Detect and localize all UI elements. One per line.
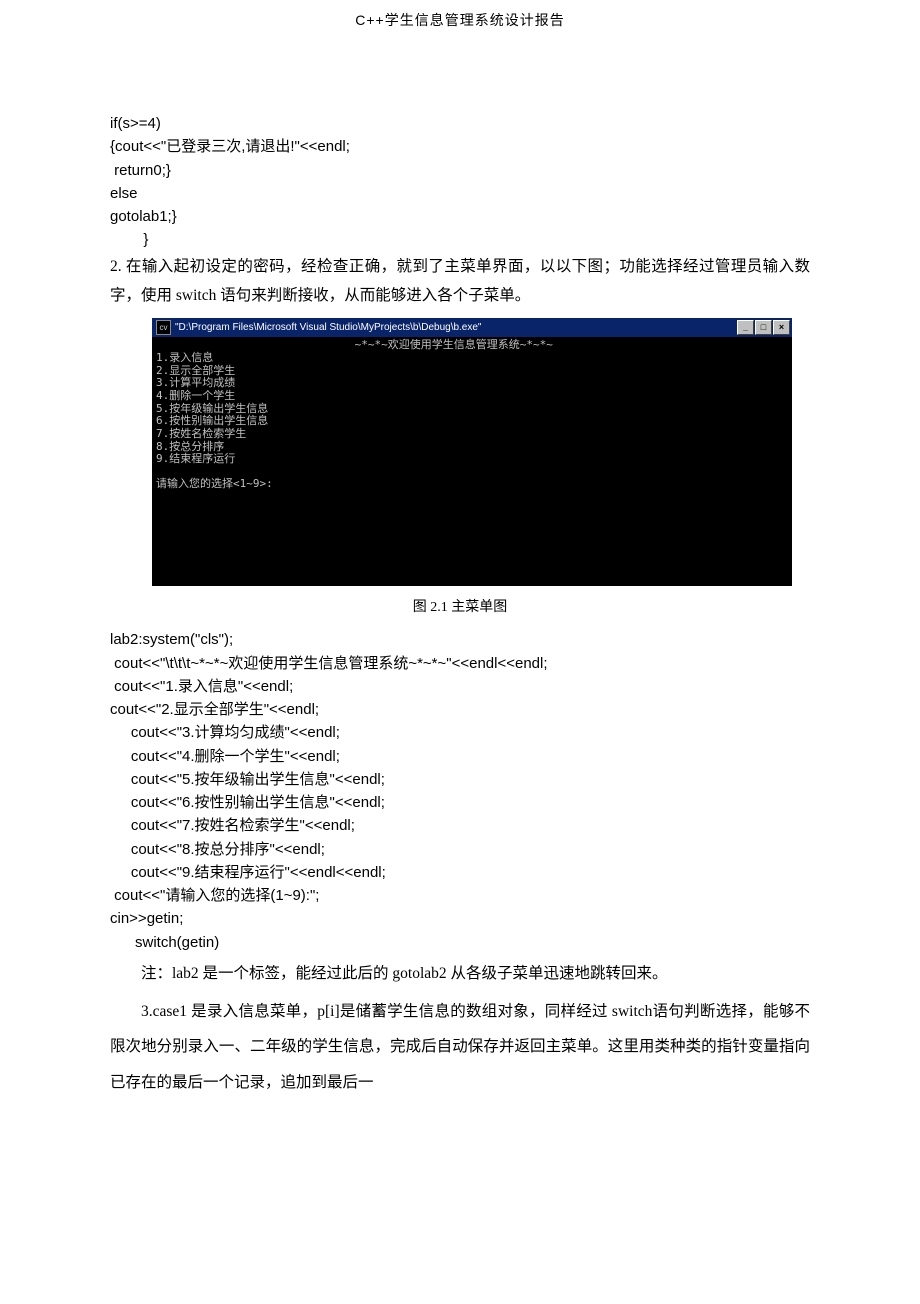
code-line: cout<<"6.按性别输出学生信息"<<endl; [110, 794, 385, 811]
console-menu-item: 1.录入信息 [156, 351, 213, 364]
console-menu-item: 6.按性别输出学生信息 [156, 414, 268, 427]
console-output: ~*~*~欢迎使用学生信息管理系统~*~*~ 1.录入信息 2.显示全部学生 3… [152, 337, 792, 586]
maximize-button[interactable]: □ [755, 320, 772, 335]
code-line: cin>>getin; [110, 910, 183, 927]
code-block-2: lab2:system("cls"); cout<<"\t\t\t~*~*~欢迎… [110, 628, 810, 954]
console-welcome-line: ~*~*~欢迎使用学生信息管理系统~*~*~ [156, 338, 553, 351]
paragraph-3: 3.case1 是录入信息菜单，p[i]是储蓄学生信息的数组对象，同样经过 sw… [110, 994, 810, 1101]
console-menu-item: 9.结束程序运行 [156, 452, 235, 465]
code-line: gotolab1;} [110, 208, 177, 225]
console-menu-item: 3.计算平均成绩 [156, 376, 235, 389]
console-menu-item: 5.按年级输出学生信息 [156, 402, 268, 415]
code-line: cout<<"7.按姓名检索学生"<<endl; [110, 817, 355, 834]
console-menu-item: 4.删除一个学生 [156, 389, 235, 402]
console-app-icon: cv [156, 320, 171, 335]
minimize-button[interactable]: _ [737, 320, 754, 335]
code-line: cout<<"\t\t\t~*~*~欢迎使用学生信息管理系统~*~*~"<<en… [110, 655, 548, 672]
page-header-title: C++学生信息管理系统设计报告 [110, 0, 810, 30]
code-line: cout<<"5.按年级输出学生信息"<<endl; [110, 771, 385, 788]
code-block-1: if(s>=4) {cout<<"已登录三次,请退出!"<<endl; retu… [110, 112, 810, 252]
code-line: {cout<<"已登录三次,请退出!"<<endl; [110, 138, 350, 155]
figure-caption: 图 2.1 主菜单图 [110, 596, 810, 616]
window-control-buttons: _ □ × [737, 320, 790, 335]
code-line: else [110, 185, 138, 202]
close-button[interactable]: × [773, 320, 790, 335]
paragraph-3-text: 3.case1 是录入信息菜单，p[i]是储蓄学生信息的数组对象，同样经过 sw… [110, 994, 810, 1101]
console-menu-item: 8.按总分排序 [156, 440, 224, 453]
code-line: cout<<"请输入您的选择(1~9):"; [110, 887, 319, 904]
code-line: return0;} [110, 162, 171, 179]
console-menu-item: 7.按姓名检索学生 [156, 427, 246, 440]
code-line: switch(getin) [110, 934, 219, 951]
paragraph-1: 2. 在输入起初设定的密码，经检查正确，就到了主菜单界面，以以下图；功能选择经过… [110, 252, 810, 311]
code-line: cout<<"9.结束程序运行"<<endl<<endl; [110, 864, 386, 881]
code-line: cout<<"2.显示全部学生"<<endl; [110, 701, 319, 718]
code-line: if(s>=4) [110, 115, 161, 132]
paragraph-2: 注：lab2 是一个标签，能经过此后的 gotolab2 从各级子菜单迅速地跳转… [110, 956, 810, 992]
code-line: } [110, 231, 148, 248]
code-line: cout<<"3.计算均匀成绩"<<endl; [110, 724, 340, 741]
paragraph-2-text: 注：lab2 是一个标签，能经过此后的 gotolab2 从各级子菜单迅速地跳转… [110, 956, 810, 992]
console-prompt: 请输入您的选择<1~9>: [156, 477, 273, 490]
console-screenshot: cv "D:\Program Files\Microsoft Visual St… [152, 318, 792, 586]
console-titlebar: cv "D:\Program Files\Microsoft Visual St… [152, 318, 792, 337]
document-page: C++学生信息管理系统设计报告 if(s>=4) {cout<<"已登录三次,请… [0, 0, 920, 1304]
code-line: lab2:system("cls"); [110, 631, 233, 648]
console-title-text: "D:\Program Files\Microsoft Visual Studi… [175, 322, 737, 333]
code-line: cout<<"4.删除一个学生"<<endl; [110, 748, 340, 765]
code-line: cout<<"8.按总分排序"<<endl; [110, 841, 325, 858]
code-line: cout<<"1.录入信息"<<endl; [110, 678, 293, 695]
console-menu-item: 2.显示全部学生 [156, 364, 235, 377]
